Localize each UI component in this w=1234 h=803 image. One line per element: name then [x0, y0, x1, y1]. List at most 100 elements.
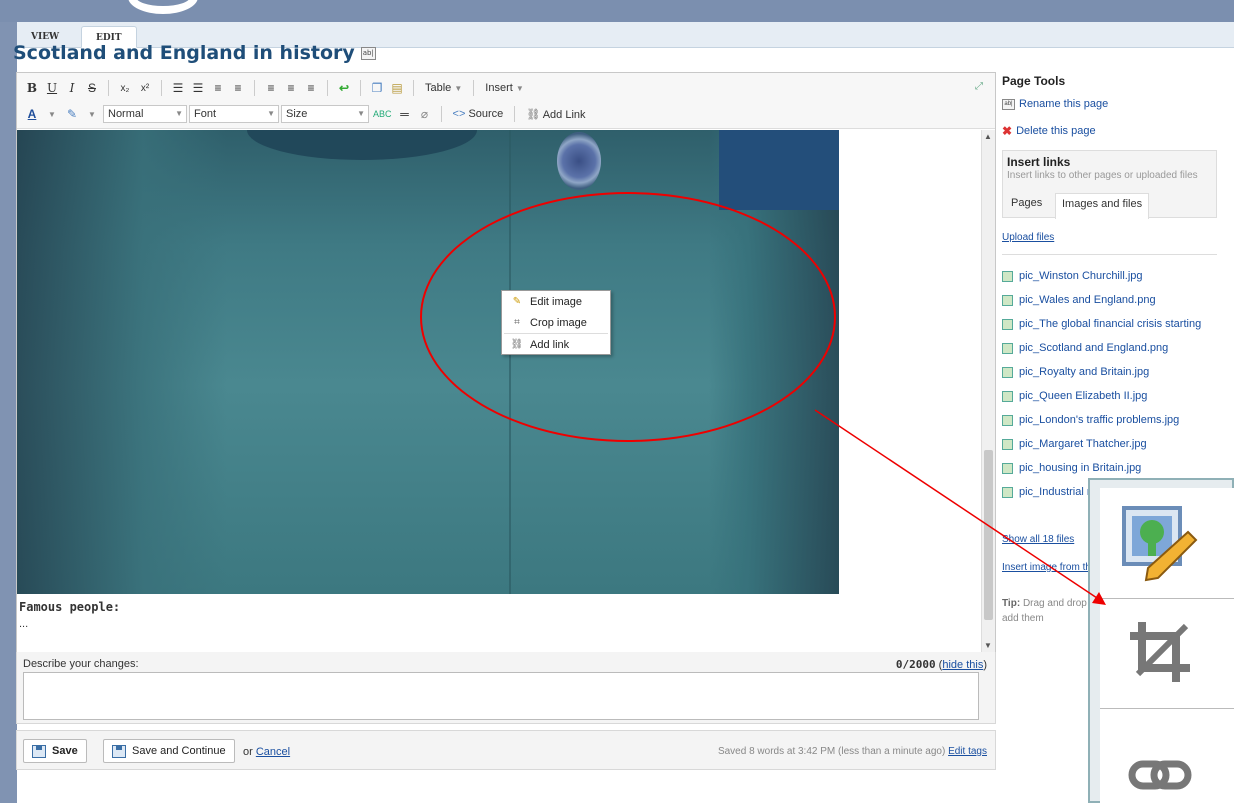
insert-links-title: Insert links [1007, 155, 1071, 169]
image-file-icon [1002, 342, 1013, 354]
insert-label: Insert [485, 82, 513, 94]
context-menu-label: Add link [530, 338, 570, 351]
rename-icon[interactable]: ab| [360, 47, 376, 60]
format-select[interactable]: Normal ▼ [103, 105, 187, 123]
floppy-disk-icon [32, 744, 46, 758]
file-item[interactable]: pic_Royalty and Britain.jpg [1002, 360, 1217, 384]
table-label: Table [425, 82, 452, 94]
text-color-icon[interactable]: A [23, 104, 41, 124]
size-select[interactable]: Size ▼ [281, 105, 369, 123]
chevron-down-icon: ▼ [357, 109, 365, 118]
content-line: ... [19, 618, 29, 630]
save-button[interactable]: Save [23, 739, 87, 763]
chevron-down-icon: ▼ [267, 109, 275, 118]
saved-text: Saved 8 words at 3:42 PM (less than a mi… [717, 746, 946, 757]
align-right-icon[interactable]: ≡ [302, 78, 320, 98]
subscript-icon[interactable]: x₂ [116, 78, 134, 98]
indent-icon[interactable]: ≡ [229, 78, 247, 98]
scroll-down-icon[interactable]: ▼ [984, 641, 992, 650]
file-name: pic_Wales and England.png [1019, 294, 1156, 306]
zoom-divider [1100, 708, 1234, 709]
photo-shade-left [17, 130, 227, 594]
bold-button[interactable]: B [23, 78, 41, 98]
chevron-down-icon: ▼ [454, 84, 463, 93]
edit-image-icon [1122, 506, 1198, 582]
hide-this-link[interactable]: hide this [942, 659, 983, 671]
scroll-up-icon[interactable]: ▲ [984, 132, 992, 141]
toolbar-separator [413, 80, 414, 96]
link-icon: ⛓ [526, 108, 541, 121]
context-menu-edit-image[interactable]: ✎ Edit image [502, 291, 610, 312]
highlight-color-icon[interactable]: ✎ [63, 104, 81, 124]
spellcheck-icon[interactable]: ABC [371, 104, 394, 124]
delete-icon: ✖ [1002, 124, 1013, 138]
superscript-icon[interactable]: x² [136, 78, 154, 98]
editor-toolbar: B U I S x₂ x² ☰ ☰ ≡ ≡ ≡ ≡ ≡ ↩ ❐ ▤ Table … [17, 73, 995, 129]
chevron-down-icon[interactable]: ▼ [83, 104, 101, 124]
file-item[interactable]: pic_Queen Elizabeth II.jpg [1002, 384, 1217, 408]
insert-links-panel: Insert links Insert links to other pages… [1002, 150, 1217, 219]
file-name: pic_Queen Elizabeth II.jpg [1019, 390, 1148, 402]
paste-icon[interactable]: ▤ [388, 78, 406, 98]
or-label: or [243, 746, 253, 758]
tab-images-and-files[interactable]: Images and files [1055, 193, 1150, 219]
tab-pages[interactable]: Pages [1007, 195, 1046, 211]
rename-page-link[interactable]: ab| Rename this page [1002, 98, 1108, 110]
source-label: Source [468, 108, 504, 120]
source-button[interactable]: <> Source [449, 108, 508, 120]
image-file-icon [1002, 294, 1013, 306]
link-icon [1128, 760, 1192, 790]
image-file-icon [1002, 438, 1013, 450]
copy-icon[interactable]: ❐ [368, 78, 386, 98]
font-select[interactable]: Font ▼ [189, 105, 279, 123]
bulleted-list-icon[interactable]: ☰ [169, 78, 187, 98]
toolbar-row-2: A ▼ ✎ ▼ Normal ▼ Font ▼ Size ▼ ABC ═ ⌀ <> S… [23, 103, 590, 125]
italic-button[interactable]: I [63, 78, 81, 98]
file-item[interactable]: pic_Wales and England.png [1002, 288, 1217, 312]
editor-content[interactable]: ✎ Edit image ⌗ Crop image ⛓ Add link Fam… [17, 130, 995, 652]
upload-files-link[interactable]: Upload files [1002, 232, 1054, 243]
chevron-down-icon[interactable]: ▼ [43, 104, 61, 124]
editor-scrollbar[interactable]: ▲ ▼ [981, 130, 995, 652]
top-background-band [0, 0, 1234, 22]
cancel-link[interactable]: Cancel [256, 746, 290, 758]
numbered-list-icon[interactable]: ☰ [189, 78, 207, 98]
table-dropdown[interactable]: Table ▼ [421, 82, 466, 94]
strikethrough-button[interactable]: S [83, 78, 101, 98]
maximize-icon[interactable]: ⤢ [975, 81, 983, 92]
align-left-icon[interactable]: ≡ [262, 78, 280, 98]
photo-brooch [557, 132, 601, 190]
save-status: Saved 8 words at 3:42 PM (less than a mi… [718, 746, 987, 757]
remove-format-icon[interactable]: ⌀ [416, 104, 434, 124]
describe-changes-textarea[interactable] [23, 672, 979, 720]
toolbar-separator [440, 106, 442, 122]
edit-tags-link[interactable]: Edit tags [948, 746, 987, 757]
file-item[interactable]: pic_housing in Britain.jpg [1002, 456, 1217, 480]
file-item[interactable]: pic_Margaret Thatcher.jpg [1002, 432, 1217, 456]
outdent-icon[interactable]: ≡ [209, 78, 227, 98]
file-item[interactable]: pic_The global financial crisis starting [1002, 312, 1217, 336]
insert-dropdown[interactable]: Insert ▼ [481, 82, 528, 94]
horizontal-rule-icon[interactable]: ═ [396, 104, 414, 124]
partial-logo-shape [128, 0, 198, 14]
undo-icon[interactable]: ↩ [335, 78, 353, 98]
context-menu-add-link[interactable]: ⛓ Add link [502, 334, 610, 355]
rich-text-editor: B U I S x₂ x² ☰ ☰ ≡ ≡ ≡ ≡ ≡ ↩ ❐ ▤ Table … [16, 72, 996, 652]
image-file-icon [1002, 366, 1013, 378]
highlight-ellipse [420, 192, 836, 442]
save-continue-icon [112, 744, 126, 758]
save-and-continue-button[interactable]: Save and Continue [103, 739, 235, 763]
scrollbar-thumb[interactable] [984, 450, 993, 620]
show-all-files-link[interactable]: Show all 18 files [1002, 534, 1074, 545]
add-link-button[interactable]: ⛓ Add Link [522, 108, 589, 121]
file-name: pic_Winston Churchill.jpg [1019, 270, 1143, 282]
underline-button[interactable]: U [43, 78, 61, 98]
align-center-icon[interactable]: ≡ [282, 78, 300, 98]
context-menu-crop-image[interactable]: ⌗ Crop image [502, 312, 610, 333]
file-item[interactable]: pic_Scotland and England.png [1002, 336, 1217, 360]
image-file-icon [1002, 462, 1013, 474]
image-file-icon [1002, 270, 1013, 282]
file-item[interactable]: pic_Winston Churchill.jpg [1002, 264, 1217, 288]
file-item[interactable]: pic_London's traffic problems.jpg [1002, 408, 1217, 432]
delete-page-link[interactable]: ✖ Delete this page [1002, 124, 1096, 138]
